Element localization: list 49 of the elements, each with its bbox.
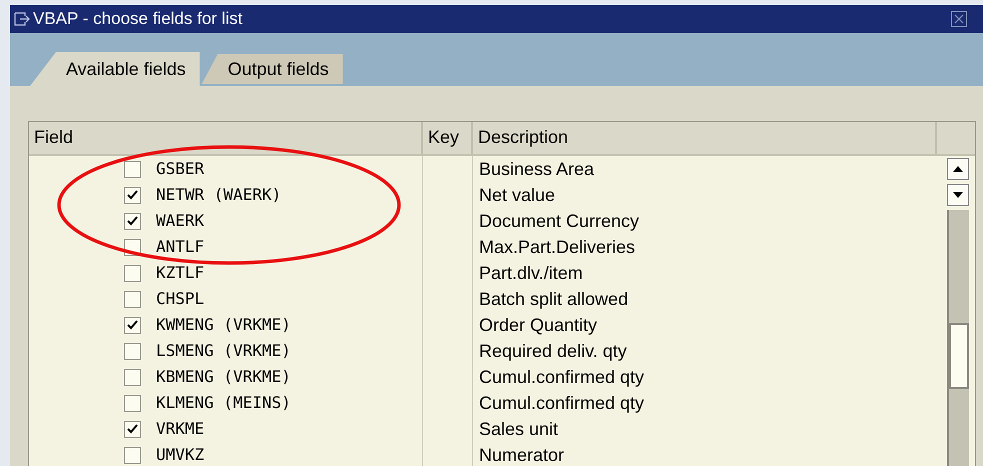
checkbox[interactable] [124, 394, 141, 412]
field-name: ANTLF [156, 239, 204, 255]
checkbox[interactable] [124, 368, 141, 386]
field-description: Sales unit [478, 418, 560, 440]
field-name: KZTLF [156, 265, 204, 281]
field-name: NETWR (WAERK) [156, 187, 282, 203]
checkbox[interactable] [124, 446, 141, 464]
field-description: Business Area [478, 158, 596, 180]
close-button[interactable] [951, 11, 967, 27]
checkbox[interactable] [124, 212, 141, 230]
tab[interactable]: Available fields [30, 52, 200, 86]
window-title: VBAP - choose fields for list [33, 9, 244, 29]
scrollbar-thumb[interactable] [949, 323, 969, 389]
field-description: Document Currency [478, 210, 640, 232]
field-description: Net value [478, 184, 556, 206]
scroll-down-button[interactable] [947, 184, 969, 206]
field-description: Batch split allowed [478, 288, 630, 310]
checkbox[interactable] [124, 316, 141, 334]
field-description: Numerator [478, 444, 566, 466]
field-name: KWMENG (VRKME) [156, 317, 291, 333]
field-name: KBMENG (VRKME) [156, 369, 291, 385]
tab[interactable]: Output fields [202, 54, 343, 84]
close-icon [954, 14, 964, 24]
checkbox[interactable] [124, 264, 141, 282]
field-description: Order Quantity [478, 314, 598, 336]
field-name: WAERK [156, 213, 204, 229]
column-header[interactable]: Field [29, 122, 423, 154]
field-name: LSMENG (VRKME) [156, 343, 291, 359]
checkbox[interactable] [124, 160, 141, 178]
checkbox[interactable] [124, 290, 141, 308]
field-description: Required deliv. qty [478, 340, 628, 362]
checkbox[interactable] [124, 342, 141, 360]
column-header[interactable]: Description [473, 122, 937, 154]
field-name: KLMENG (MEINS) [156, 395, 291, 411]
scroll-up-button[interactable] [947, 158, 969, 180]
checkbox[interactable] [124, 186, 141, 204]
field-name: UMVKZ [156, 447, 204, 463]
checkbox[interactable] [124, 420, 141, 438]
window-icon [14, 12, 30, 26]
field-description: Cumul.confirmed qty [478, 392, 646, 414]
field-name: VRKME [156, 421, 204, 437]
down-arrow-icon [953, 192, 963, 198]
field-name: CHSPL [156, 291, 204, 307]
column-header[interactable]: Key [423, 122, 473, 154]
field-description: Cumul.confirmed qty [478, 366, 646, 388]
field-name: GSBER [156, 161, 204, 177]
field-description: Max.Part.Deliveries [478, 236, 636, 258]
up-arrow-icon [953, 166, 963, 172]
field-description: Part.dlv./item [478, 262, 584, 284]
